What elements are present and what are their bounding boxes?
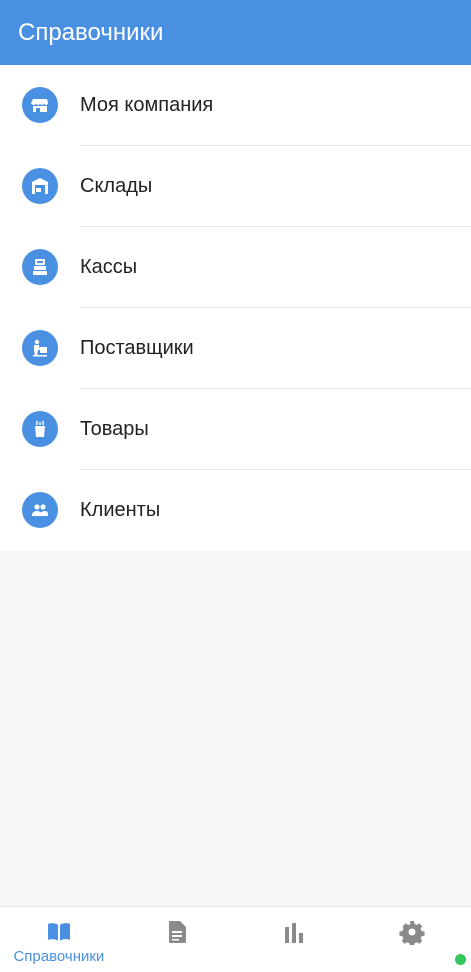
page-title: Справочники xyxy=(18,18,164,46)
list-item-warehouses[interactable]: Склады xyxy=(0,146,471,227)
goods-icon xyxy=(22,411,58,447)
list-item-label: Товары xyxy=(80,418,149,440)
list-item-label: Склады xyxy=(80,175,153,197)
app-bar: Справочники xyxy=(0,0,471,65)
directory-list: Моя компания Склады Кассы Поставщики Тов… xyxy=(0,65,471,551)
list-item-goods[interactable]: Товары xyxy=(0,389,471,470)
nav-label: Справочники xyxy=(13,948,105,965)
bottom-navigation: Справочники xyxy=(0,906,471,972)
nav-item-settings[interactable] xyxy=(353,907,471,972)
clients-icon xyxy=(22,492,58,528)
nav-item-reports[interactable] xyxy=(236,907,354,972)
warehouse-icon xyxy=(22,168,58,204)
book-icon xyxy=(47,923,70,941)
list-item-suppliers[interactable]: Поставщики xyxy=(0,308,471,389)
list-item-label: Клиенты xyxy=(80,499,161,521)
nav-item-directories[interactable]: Справочники xyxy=(0,907,118,972)
supplier-icon xyxy=(22,330,58,366)
store-icon xyxy=(22,87,58,123)
gear-icon xyxy=(399,921,425,945)
list-item-label: Кассы xyxy=(80,256,138,278)
list-item-clients[interactable]: Клиенты xyxy=(0,470,471,551)
status-indicator xyxy=(455,954,466,965)
cash-register-icon xyxy=(22,249,58,285)
list-item-my-company[interactable]: Моя компания xyxy=(0,65,471,146)
list-item-cash-registers[interactable]: Кассы xyxy=(0,227,471,308)
bar-chart-icon xyxy=(285,923,304,943)
list-item-label: Моя компания xyxy=(80,94,214,116)
nav-item-documents[interactable] xyxy=(118,907,236,972)
document-icon xyxy=(168,921,186,943)
list-item-label: Поставщики xyxy=(80,337,194,359)
